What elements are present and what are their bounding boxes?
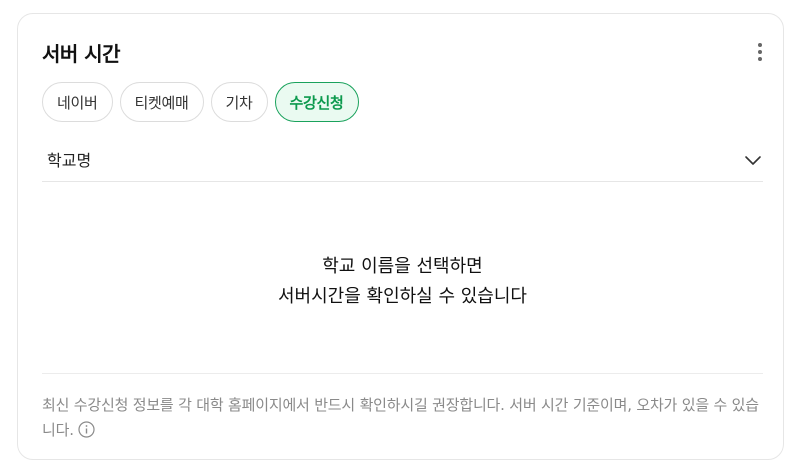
tab-naver[interactable]: 네이버 — [42, 82, 113, 122]
empty-state-line-2: 서버시간을 확인하실 수 있습니다 — [277, 286, 527, 307]
tab-course-registration[interactable]: 수강신청 — [274, 82, 359, 122]
category-tabs: 네이버 티켓예매 기차 수강신청 — [42, 82, 359, 122]
empty-state-message: 학교 이름을 선택하면 서버시간을 확인하실 수 있습니다 — [42, 252, 763, 312]
card-title: 서버 시간 — [42, 42, 121, 66]
tab-ticket[interactable]: 티켓예매 — [119, 82, 204, 122]
info-icon[interactable] — [78, 421, 95, 438]
school-select[interactable]: 학교명 — [42, 142, 763, 182]
disclaimer-text: 최신 수강신청 정보를 각 대학 홈페이지에서 반드시 확인하시길 권장합니다.… — [42, 396, 759, 439]
school-select-label: 학교명 — [47, 151, 92, 170]
chevron-down-icon — [745, 156, 761, 165]
tab-train[interactable]: 기차 — [210, 82, 268, 122]
more-options-icon[interactable] — [750, 42, 770, 62]
divider — [42, 373, 763, 374]
empty-state-line-1: 학교 이름을 선택하면 — [322, 256, 483, 277]
disclaimer-notice: 최신 수강신청 정보를 각 대학 홈페이지에서 반드시 확인하시길 권장합니다.… — [42, 393, 763, 443]
server-time-card: 서버 시간 네이버 티켓예매 기차 수강신청 학교명 학교 이름을 선택하면 서… — [17, 13, 784, 460]
